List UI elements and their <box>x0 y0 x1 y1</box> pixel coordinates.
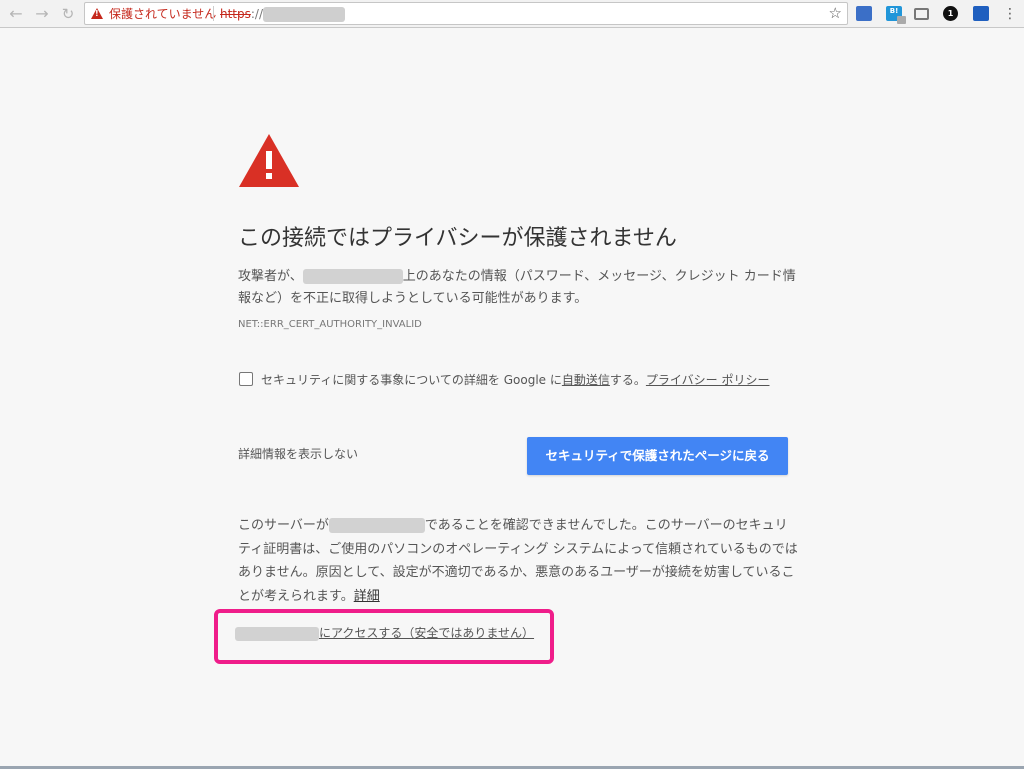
error-warning-icon <box>239 134 299 187</box>
warning-triangle-icon[interactable] <box>91 8 103 19</box>
details-paragraph: このサーバーが であることを確認できませんでした。このサーバーのセキュリティ証明書… <box>238 514 798 608</box>
url-divider <box>213 6 214 21</box>
report-text: セキュリティに関する事象についての詳細を Google に <box>261 373 562 387</box>
ext-2-icon-text: B! <box>889 7 899 15</box>
proceed-link-text[interactable]: にアクセスする（安全ではありません） <box>319 626 534 640</box>
url-separator-text: :// <box>250 7 264 21</box>
redacted-hostname-3 <box>235 626 319 641</box>
page-title: この接続ではプライバシーが保護されません <box>238 226 677 251</box>
onepassword-icon[interactable]: 1 <box>943 6 958 21</box>
url-host-redacted <box>263 7 345 22</box>
security-status-label[interactable]: 保護されていません <box>109 6 216 22</box>
onepassword-icon-text: 1 <box>947 9 954 18</box>
details-prefix: このサーバーが <box>238 518 329 533</box>
report-checkbox[interactable] <box>239 372 253 386</box>
ext-1-icon[interactable] <box>856 6 872 21</box>
details-link[interactable]: 詳細 <box>354 589 380 604</box>
hide-details-button[interactable]: 詳細情報を表示しない <box>238 446 358 462</box>
auto-send-link[interactable]: 自動送信 <box>562 373 610 387</box>
forward-arrow-icon[interactable]: → <box>32 4 52 24</box>
explanation-paragraph: 攻撃者が、 上のあなたの情報（パスワード、メッセージ、クレジット カード情報など）… <box>238 266 798 310</box>
safe-browsing-report-row: セキュリティに関する事象についての詳細を Google に自動送信する。プライバ… <box>238 370 798 390</box>
ext-2-icon[interactable]: B! <box>886 6 906 24</box>
star-icon[interactable]: ☆ <box>829 4 842 22</box>
url-text[interactable]: https:// <box>220 6 263 22</box>
redacted-hostname <box>302 269 403 284</box>
reload-icon[interactable]: ↻ <box>58 4 78 24</box>
explanation-prefix: 攻撃者が、 <box>238 269 303 284</box>
error-icon-dot <box>266 173 272 179</box>
address-bar[interactable]: 保護されていません https:// ☆ <box>84 2 848 25</box>
privacy-policy-link[interactable]: プライバシー ポリシー <box>646 373 770 387</box>
ext-2-badge <box>897 16 906 24</box>
error-icon-bar <box>266 151 272 169</box>
back-to-safety-button[interactable]: セキュリティで保護されたページに戻る <box>527 437 788 475</box>
proceed-unsafe-link[interactable]: にアクセスする（安全ではありません） <box>235 624 534 642</box>
menu-icon[interactable]: ⋮ <box>1003 5 1017 23</box>
redacted-hostname-2 <box>328 518 425 533</box>
report-label: セキュリティに関する事象についての詳細を Google に自動送信する。プライバ… <box>261 370 769 390</box>
back-arrow-icon[interactable]: ← <box>6 4 26 24</box>
browser-toolbar: ← → ↻ 保護されていません https:// ☆ B! 1 ⋮ <box>0 0 1024 28</box>
report-text-mid: する。 <box>609 373 646 387</box>
url-scheme: https <box>220 7 251 21</box>
ext-5-icon[interactable] <box>973 6 989 21</box>
cast-icon[interactable] <box>914 8 929 20</box>
error-code: NET::ERR_CERT_AUTHORITY_INVALID <box>238 319 422 330</box>
